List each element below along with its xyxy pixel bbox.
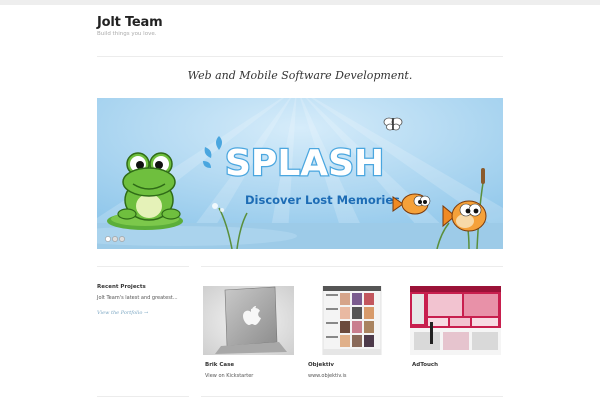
project-subtitle-objektiv[interactable]: www.objektiv.is	[308, 373, 347, 379]
project-thumb-adtouch[interactable]	[410, 286, 501, 355]
view-portfolio-link[interactable]: View the Portfolio →	[97, 310, 148, 316]
slider-dot-2	[112, 236, 118, 242]
slider-banner-text: Discover Lost Memories	[245, 193, 400, 207]
project-subtitle-brik-case[interactable]: View on Kickstarter	[205, 373, 253, 379]
site-description: Build things you love.	[97, 31, 157, 37]
slider-dot-3	[119, 236, 125, 242]
project-thumb-objektiv[interactable]	[306, 286, 397, 355]
project-name-objektiv[interactable]: Objektiv	[308, 362, 334, 368]
recent-projects-heading: Recent Projects	[97, 284, 146, 290]
project-name-adtouch[interactable]: AdTouch	[412, 362, 438, 368]
header-divider	[97, 56, 503, 57]
tablet-screenshot-image	[410, 286, 501, 355]
laptop-image	[203, 286, 294, 355]
slider-dot-1	[105, 236, 111, 242]
project-name-brik-case[interactable]: Brik Case	[205, 362, 234, 368]
projects-divider	[201, 266, 503, 267]
project-thumb-brik-case[interactable]	[203, 286, 294, 355]
tagline: Web and Mobile Software Development.	[187, 69, 413, 82]
splash-banner-image: SPLASH Discover Lost Memories	[97, 98, 503, 249]
bottom-divider-right	[201, 396, 503, 397]
phone-screenshot-image	[306, 286, 397, 355]
bottom-divider-left	[97, 396, 189, 397]
sidebar-divider	[97, 266, 189, 267]
hero-slider[interactable]: SPLASH Discover Lost Memories	[97, 98, 503, 249]
site-title[interactable]: Jolt Team	[97, 15, 163, 30]
recent-projects-text: Jolt Team's latest and greatest...	[97, 295, 178, 301]
top-bar	[0, 0, 600, 5]
slider-logo-text: SPLASH	[225, 143, 384, 184]
